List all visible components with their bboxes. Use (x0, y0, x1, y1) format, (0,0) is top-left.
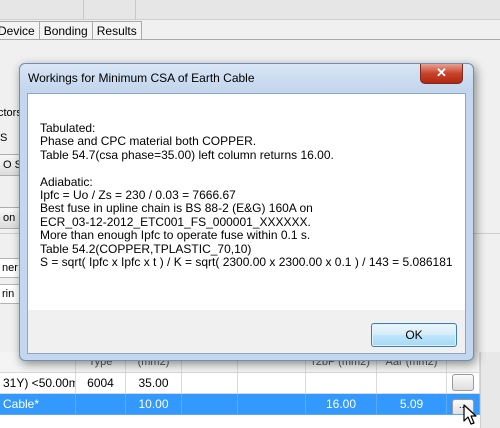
ok-button[interactable]: OK (371, 323, 457, 347)
table-row[interactable]: 31Y) <50.00mm 6004 35.00 (0, 373, 480, 394)
tab-device[interactable]: Device (0, 21, 40, 40)
background-tabs: Device Bonding Results (0, 21, 142, 40)
workings-line-blank (40, 162, 460, 175)
workings-line: More than enough Ipfc to operate fuse wi… (40, 228, 311, 243)
left-label-fragment: S (0, 132, 8, 144)
workings-line: Phase and CPC material both COPPER. (40, 134, 257, 149)
grid-scrollbar[interactable] (480, 352, 500, 428)
workings-line: Tabulated: (40, 121, 96, 135)
workings-text-area: Tabulated: Phase and CPC material both C… (28, 94, 465, 310)
workings-line: Adiabatic: (40, 174, 93, 189)
grid-cell-csa: 35.00 (126, 373, 182, 394)
close-icon: ✕ (436, 65, 447, 80)
grid-cell (182, 394, 238, 415)
mouse-pointer-icon (463, 404, 477, 425)
dialog-body: Tabulated: Phase and CPC material both C… (27, 93, 466, 354)
grid-cell-name: Cable* (0, 394, 76, 415)
grid-cell (182, 373, 238, 394)
workings-line: S = sqrt( Ipfc x Ipfc x t ) / K = sqrt( … (40, 254, 453, 269)
grid-cell-type: 6004 (76, 373, 126, 394)
tab-bonding[interactable]: Bonding (38, 21, 93, 40)
tab-results[interactable]: Results (91, 21, 142, 40)
grid-cell-csa: 10.00 (126, 394, 182, 415)
grid-cell (238, 394, 306, 415)
grid-cell-r2: 16.00 (306, 394, 377, 415)
workings-line: Table 54.7(csa phase=35.00) left column … (40, 147, 334, 162)
close-button[interactable]: ✕ (420, 64, 463, 84)
table-row-selected[interactable]: Cable* 10.00 16.00 5.09 ... (0, 394, 480, 415)
workings-text: Tabulated: Phase and CPC material both C… (40, 121, 460, 269)
background-toolbar-strip (0, 0, 500, 20)
workings-dialog: Workings for Minimum CSA of Earth Cable … (19, 63, 474, 361)
grid-cell-r2 (306, 373, 377, 394)
workings-line: Table 54.2(COPPER,TPLASTIC_70,10) (40, 241, 252, 256)
tab-baseline (0, 39, 500, 40)
grid-cell-type (76, 394, 126, 415)
grid-cell-action (447, 373, 480, 394)
grid-cell-aar: 5.09 (377, 394, 447, 415)
workings-line: Best fuse in upline chain is BS 88-2 (E&… (40, 201, 313, 216)
dialog-title: Workings for Minimum CSA of Earth Cable (28, 71, 255, 85)
workings-line: ECR_03-12-2012_ETC001_FS_000001_XXXXXX. (40, 214, 311, 229)
toolbar-separator (135, 0, 136, 20)
grid-cell (238, 373, 306, 394)
workings-line: Ipfc = Uo / Zs = 230 / 0.03 = 7666.67 (40, 187, 236, 202)
grid-cell-name: 31Y) <50.00mm (0, 373, 76, 394)
row-details-button[interactable] (452, 374, 474, 391)
toolbar-separator (83, 0, 84, 20)
dialog-titlebar[interactable]: Workings for Minimum CSA of Earth Cable … (20, 64, 473, 92)
grid-cell-aar (377, 373, 447, 394)
